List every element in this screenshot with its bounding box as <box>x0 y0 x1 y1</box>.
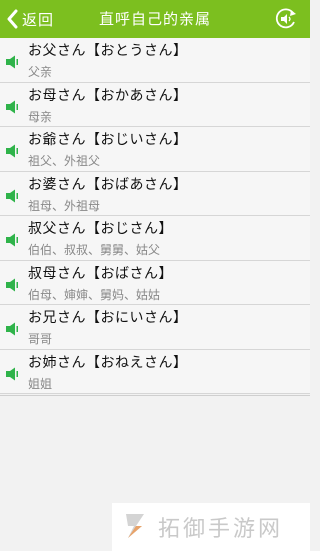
list-item[interactable]: お姉さん【おねえさん】 姐姐 <box>0 349 310 394</box>
chinese-meaning: 母亲 <box>28 109 53 124</box>
page-title: 直呼自己的亲属 <box>98 10 211 28</box>
chinese-meaning: 父亲 <box>28 65 53 79</box>
watermark: 拓御手游网 <box>112 503 310 551</box>
japanese-term: お姉さん【おねえさん】 <box>28 354 188 371</box>
speaker-icon[interactable] <box>5 232 19 247</box>
list-item[interactable]: お父さん【おとうさん】 父亲 <box>0 38 310 83</box>
chinese-meaning: 伯伯、叔叔、舅舅、姑父 <box>28 243 161 257</box>
list-item[interactable]: お母さん【おかあさん】 母亲 <box>0 82 310 127</box>
chinese-meaning: 祖父、外祖父 <box>28 154 101 168</box>
list-item[interactable]: お婆さん【おばあさん】 祖母、外祖母 <box>0 171 310 216</box>
speaker-icon[interactable] <box>5 321 19 336</box>
list-item[interactable]: 叔父さん【おじさん】 伯伯、叔叔、舅舅、姑父 <box>0 216 310 261</box>
speaker-icon[interactable] <box>5 143 19 158</box>
speaker-icon[interactable] <box>5 99 19 113</box>
list-bottom-divider <box>0 395 310 396</box>
chinese-meaning: 伯母、婶婶、舅妈、姑姑 <box>28 287 161 302</box>
list-item[interactable]: 叔母さん【おばさん】 伯母、婶婶、舅妈、姑姑 <box>0 260 310 305</box>
chinese-meaning: 哥哥 <box>28 332 53 346</box>
speaker-icon[interactable] <box>5 366 19 380</box>
chinese-meaning: 姐姐 <box>28 376 53 391</box>
replay-audio-icon <box>274 8 298 35</box>
japanese-term: 叔父さん【おじさん】 <box>28 221 173 237</box>
speaker-icon[interactable] <box>5 54 19 69</box>
watermark-text: 拓御手游网 <box>158 517 284 542</box>
japanese-term: お兄さん【おにいさん】 <box>28 310 188 326</box>
japanese-term: お父さん【おとうさん】 <box>28 43 188 59</box>
speaker-icon[interactable] <box>5 277 19 291</box>
japanese-term: お爺さん【おじいさん】 <box>28 132 188 148</box>
top-bar: 返回 直呼自己的亲属 <box>0 0 310 38</box>
chinese-meaning: 祖母、外祖母 <box>28 198 101 213</box>
japanese-term: お婆さん【おばあさん】 <box>28 176 188 193</box>
speaker-icon[interactable] <box>5 188 19 202</box>
replay-audio-button[interactable] <box>274 7 298 31</box>
list-item[interactable]: お兄さん【おにいさん】 哥哥 <box>0 305 310 350</box>
list-item[interactable]: お爺さん【おじいさん】 祖父、外祖父 <box>0 127 310 172</box>
japanese-term: 叔母さん【おばさん】 <box>28 265 173 282</box>
japanese-term: お母さん【おかあさん】 <box>28 87 188 104</box>
watermark-logo-icon <box>122 510 148 544</box>
kinship-list: お父さん【おとうさん】 父亲 お母さん【おかあさん】 母亲 お爺さん【おじいさん… <box>0 38 310 394</box>
